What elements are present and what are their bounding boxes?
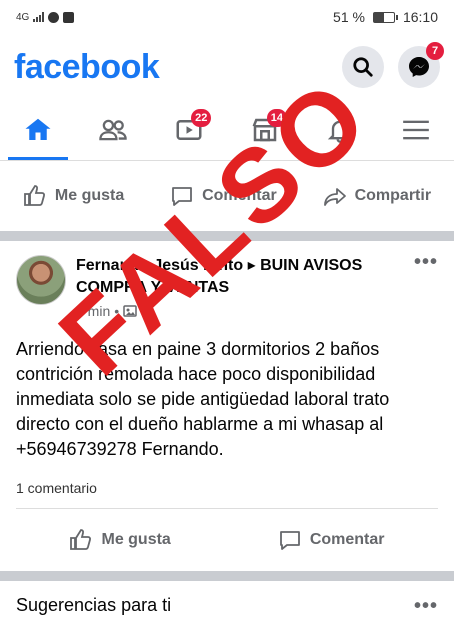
comments-count[interactable]: 1 comentario — [16, 480, 438, 509]
feed-separator-2 — [0, 571, 454, 581]
messenger-badge: 7 — [426, 42, 444, 60]
suggestions-title: Sugerencias para ti — [16, 595, 172, 615]
comment-button[interactable]: Comentar — [170, 184, 277, 208]
app-header: facebook 7 — [0, 34, 454, 100]
thumbs-up-icon — [24, 185, 45, 206]
avatar[interactable] — [16, 255, 66, 305]
facebook-notification-icon — [63, 11, 75, 23]
messenger-notification-icon — [48, 11, 60, 23]
watch-badge: 22 — [191, 109, 212, 127]
status-right: 51 % 16:10 — [333, 9, 438, 25]
post: Fernando Jesús Pinto ▸ BUIN AVISOS COMPR… — [0, 241, 454, 571]
previous-post-actions: Me gusta Comentar Compartir — [0, 161, 454, 231]
tab-friends[interactable] — [83, 100, 143, 160]
like-label: Me gusta — [54, 187, 125, 204]
comment-label: Comentar — [202, 187, 277, 204]
menu-icon — [403, 120, 429, 140]
search-icon — [353, 57, 373, 77]
tab-notifications[interactable] — [310, 100, 370, 160]
share-icon — [323, 188, 346, 206]
messenger-button[interactable]: 7 — [398, 42, 444, 88]
suggestions-header: Sugerencias para ti ••• — [0, 581, 454, 630]
suggestions-more-button[interactable]: ••• — [414, 596, 438, 616]
battery-icon — [372, 11, 398, 23]
messenger-icon — [409, 57, 429, 77]
group-audience-icon — [123, 305, 137, 317]
signal-icon — [33, 12, 45, 22]
like-button[interactable]: Me gusta — [23, 184, 124, 208]
post-time[interactable]: 8 min — [76, 303, 110, 319]
facebook-logo[interactable]: facebook — [14, 48, 160, 87]
post-author[interactable]: Fernando Jesús Pinto ▸ BUIN AVISOS COMPR… — [76, 255, 404, 299]
tab-home[interactable] — [7, 100, 68, 160]
tab-watch[interactable]: 22 — [159, 100, 219, 160]
comment-icon — [172, 187, 192, 206]
tab-bar: 22 14 — [0, 100, 454, 160]
status-left: 4G — [16, 11, 75, 23]
more-options-button[interactable]: ••• — [414, 252, 438, 319]
feed-separator — [0, 231, 454, 241]
thumbs-up-icon — [70, 529, 92, 550]
battery-percent: 51 % — [333, 9, 365, 25]
marketplace-badge: 14 — [266, 109, 288, 127]
share-button[interactable]: Compartir — [323, 184, 431, 208]
share-label: Compartir — [354, 187, 432, 204]
post-header: Fernando Jesús Pinto ▸ BUIN AVISOS COMPR… — [16, 252, 438, 319]
bell-icon — [328, 120, 353, 143]
tab-menu[interactable] — [386, 100, 446, 160]
meta-separator: • — [114, 303, 120, 319]
comment-icon — [279, 531, 300, 550]
search-button[interactable] — [342, 46, 384, 88]
network-label: 4G — [16, 11, 30, 23]
status-bar: 4G 51 % 16:10 — [0, 0, 454, 34]
tab-marketplace[interactable]: 14 — [235, 100, 295, 160]
friends-icon — [99, 119, 128, 141]
home-icon — [25, 118, 51, 140]
post-like-button[interactable]: Me gusta — [69, 528, 171, 552]
post-text: Arriendo casa en paine 3 dormitorios 2 b… — [16, 339, 390, 459]
post-actions: Me gusta Comentar — [16, 509, 438, 571]
post-comment-label: Comentar — [309, 531, 385, 548]
post-comment-button[interactable]: Comentar — [278, 528, 385, 552]
post-meta: 8 min • — [76, 303, 404, 319]
post-like-label: Me gusta — [101, 531, 171, 548]
clock: 16:10 — [402, 9, 438, 25]
